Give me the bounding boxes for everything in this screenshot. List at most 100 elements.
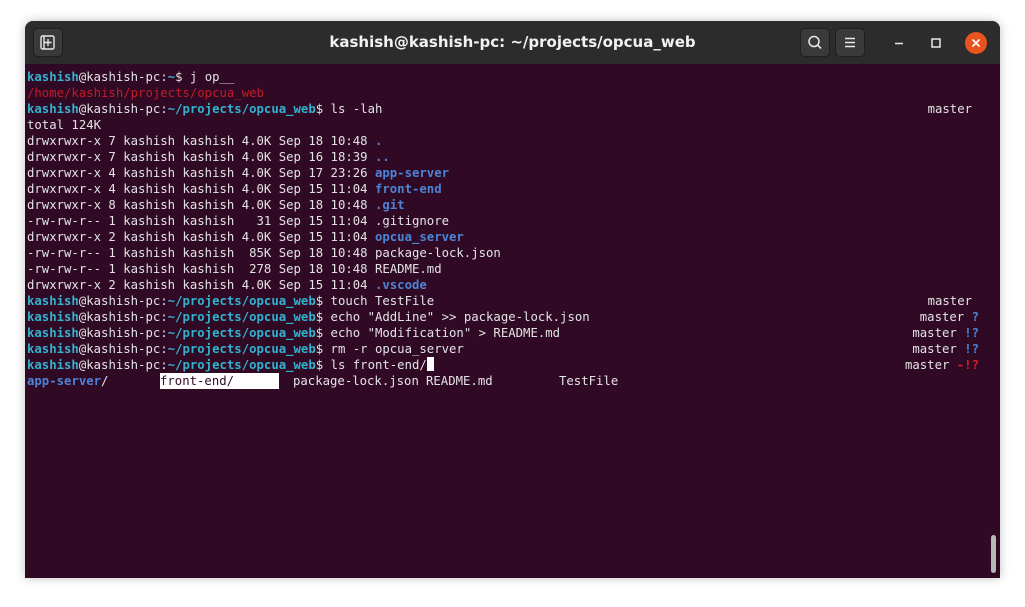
prompt-host: @kashish-pc: <box>78 102 168 116</box>
git-branch: master <box>912 342 965 356</box>
close-icon <box>971 38 981 48</box>
command-text: $ echo "AddLine" >> package-lock.json <box>315 310 590 324</box>
file-name: .. <box>374 150 390 164</box>
git-status: master <box>927 102 972 116</box>
command-text: $ j op__ <box>175 70 235 84</box>
terminal-output[interactable]: kashish@kashish-pc:~$ j op__ /home/kashi… <box>27 69 986 578</box>
maximize-button[interactable] <box>925 32 947 54</box>
command-text: $ rm -r opcua_server <box>315 342 464 356</box>
command-text: $ ls -lah <box>315 102 383 116</box>
completion-item-selected[interactable]: front-end/ <box>160 373 279 389</box>
maximize-icon <box>931 38 941 48</box>
git-status: master -!? <box>905 357 979 373</box>
command-text: $ touch TestFile <box>315 294 435 308</box>
prompt-user: kashish <box>27 342 79 356</box>
file-name: app-server <box>374 166 450 180</box>
terminal-line: kashish@kashish-pc:~/projects/opcua_web$… <box>27 309 986 325</box>
command-text: $ ls front-end/ <box>315 358 427 372</box>
git-branch: master <box>927 294 972 308</box>
file-meta: -rw-rw-r-- 1 kashish kashish 278 Sep 18 … <box>27 262 375 276</box>
file-name: . <box>374 134 383 148</box>
menu-button[interactable] <box>835 28 865 57</box>
git-flag: !? <box>964 326 979 340</box>
prompt-path: ~/projects/opcua_web <box>167 326 316 340</box>
ls-row: drwxrwxr-x 2 kashish kashish 4.0K Sep 15… <box>27 229 986 245</box>
prompt-user: kashish <box>27 294 79 308</box>
prompt-path: ~/projects/opcua_web <box>167 310 316 324</box>
file-meta: drwxrwxr-x 2 kashish kashish 4.0K Sep 15… <box>27 278 375 292</box>
file-name: front-end <box>374 182 442 196</box>
git-flag: -!? <box>956 358 979 372</box>
file-meta: drwxrwxr-x 2 kashish kashish 4.0K Sep 15… <box>27 230 375 244</box>
prompt-path: ~ <box>167 70 176 84</box>
ls-row: drwxrwxr-x 2 kashish kashish 4.0K Sep 15… <box>27 277 986 293</box>
hamburger-menu-icon <box>845 37 855 48</box>
ls-row: drwxrwxr-x 8 kashish kashish 4.0K Sep 18… <box>27 197 986 213</box>
file-name: .git <box>374 198 405 212</box>
terminal-line: kashish@kashish-pc:~/projects/opcua_web$… <box>27 357 986 373</box>
completion-name: app-server <box>27 374 102 388</box>
ls-row: drwxrwxr-x 7 kashish kashish 4.0K Sep 18… <box>27 133 986 149</box>
prompt-host: @kashish-pc: <box>78 358 168 372</box>
minimize-button[interactable] <box>888 32 910 54</box>
git-flag: ? <box>971 310 979 324</box>
file-name: .vscode <box>374 278 427 292</box>
completion-item[interactable]: TestFile <box>559 373 618 389</box>
prompt-host: @kashish-pc: <box>78 294 168 308</box>
file-name: README.md <box>374 262 442 276</box>
git-status: master <box>928 293 972 309</box>
prompt-user: kashish <box>27 310 79 324</box>
file-meta: drwxrwxr-x 7 kashish kashish 4.0K Sep 16… <box>27 150 375 164</box>
search-button[interactable] <box>800 28 830 57</box>
prompt-path: ~/projects/opcua_web <box>167 294 316 308</box>
file-meta: drwxrwxr-x 4 kashish kashish 4.0K Sep 15… <box>27 182 375 196</box>
completion-item[interactable]: README.md <box>426 373 493 389</box>
prompt-host: @kashish-pc: <box>78 310 168 324</box>
file-meta: drwxrwxr-x 7 kashish kashish 4.0K Sep 18… <box>27 134 375 148</box>
terminal-line: kashish@kashish-pc:~/projects/opcua_web$… <box>27 325 986 341</box>
prompt-path: ~/projects/opcua_web <box>167 342 316 356</box>
close-button[interactable] <box>965 32 987 54</box>
file-meta: drwxrwxr-x 8 kashish kashish 4.0K Sep 18… <box>27 198 375 212</box>
file-meta: -rw-rw-r-- 1 kashish kashish 85K Sep 18 … <box>27 246 375 260</box>
ls-row: -rw-rw-r-- 1 kashish kashish 85K Sep 18 … <box>27 245 986 261</box>
completion-item[interactable]: package-lock.json <box>293 373 419 389</box>
prompt-host: @kashish-pc: <box>78 70 168 84</box>
terminal-window: kashish@kashish-pc: ~/projects/opcua_web <box>25 21 1000 578</box>
prompt-path: ~/projects/opcua_web <box>167 102 316 116</box>
ls-row: drwxrwxr-x 4 kashish kashish 4.0K Sep 15… <box>27 181 986 197</box>
prompt-user: kashish <box>27 326 79 340</box>
ls-row: -rw-rw-r-- 1 kashish kashish 31 Sep 15 1… <box>27 213 986 229</box>
completion-list: app-server/ front-end/ package-lock.json… <box>27 373 986 389</box>
file-meta: -rw-rw-r-- 1 kashish kashish 31 Sep 15 1… <box>27 214 375 228</box>
git-status: master !? <box>912 341 979 357</box>
terminal-line: kashish@kashish-pc:~/projects/opcua_web$… <box>27 293 986 309</box>
title-bar: kashish@kashish-pc: ~/projects/opcua_web <box>25 21 1000 64</box>
prompt-user: kashish <box>27 70 79 84</box>
git-status: master !? <box>912 325 979 341</box>
file-name: .gitignore <box>374 214 450 228</box>
git-status: master ? <box>920 309 979 325</box>
git-flag: !? <box>964 342 979 356</box>
terminal-line: kashish@kashish-pc:~$ j op__ <box>27 69 986 85</box>
git-branch: master <box>919 310 972 324</box>
git-branch: master <box>912 326 965 340</box>
completion-item[interactable]: app-server/ <box>27 373 108 389</box>
terminal-line: kashish@kashish-pc:~/projects/opcua_web$… <box>27 341 986 357</box>
prompt-path: ~/projects/opcua_web <box>167 358 316 372</box>
prompt-user: kashish <box>27 102 79 116</box>
ls-row: -rw-rw-r-- 1 kashish kashish 278 Sep 18 … <box>27 261 986 277</box>
git-branch: master <box>904 358 957 372</box>
minimize-icon <box>895 42 903 45</box>
terminal-line: /home/kashish/projects/opcua_web <box>27 86 264 100</box>
ls-row: drwxrwxr-x 7 kashish kashish 4.0K Sep 16… <box>27 149 986 165</box>
scrollbar-thumb[interactable] <box>991 535 996 573</box>
completion-suffix: / <box>101 374 109 388</box>
file-name: package-lock.json <box>374 246 501 260</box>
terminal-line: kashish@kashish-pc:~/projects/opcua_web$… <box>27 101 986 117</box>
text-cursor <box>426 357 434 371</box>
ls-row: drwxrwxr-x 4 kashish kashish 4.0K Sep 17… <box>27 165 986 181</box>
file-name: opcua_server <box>374 230 464 244</box>
terminal-line: total 124K <box>27 118 102 132</box>
file-meta: drwxrwxr-x 4 kashish kashish 4.0K Sep 17… <box>27 166 375 180</box>
